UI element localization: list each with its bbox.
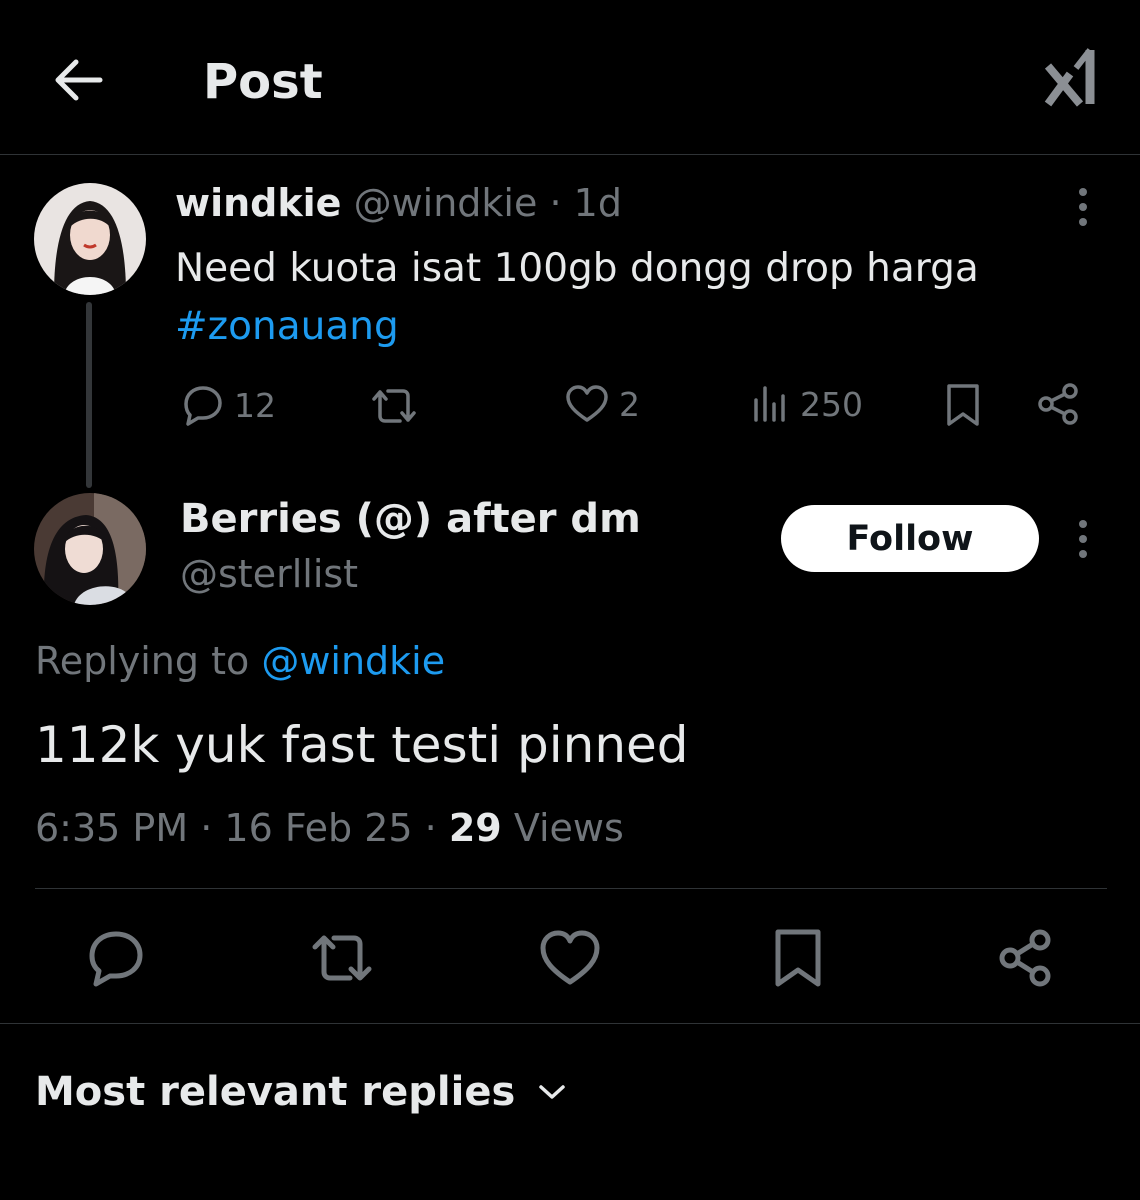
bookmark-action[interactable] [944,382,982,428]
like-button[interactable] [538,926,602,990]
reply-more-button[interactable] [1068,514,1098,564]
replying-to: Replying to @windkie [35,636,445,686]
bookmark-icon [947,384,979,426]
reply-user-handle[interactable]: @sterllist [180,550,358,598]
chevron-down-icon [539,1085,566,1099]
hashtag-link[interactable]: #zonauang [175,298,1055,356]
heart-icon [566,385,608,422]
views-count: 250 [800,384,863,424]
reply-post-text: 112k yuk fast testi pinned [35,716,689,774]
page-title: Post [203,54,323,110]
avatar-windkie[interactable] [34,183,146,295]
view-count[interactable]: 29 [449,806,502,850]
more-vertical-icon [1079,188,1087,226]
divider [35,888,1107,889]
share-button[interactable] [994,926,1058,990]
repost-icon [312,935,372,981]
arrow-left-icon [55,59,103,101]
avatar-sterllist[interactable] [34,493,146,605]
repost-action[interactable] [370,386,418,426]
avatar-image [34,183,146,295]
sort-label: Most relevant replies [35,1069,516,1115]
separator: · [424,806,437,850]
reply-button[interactable] [84,926,148,990]
post-body: Need kuota isat 100gb dongg drop harga [175,246,979,291]
share-icon [1038,383,1078,425]
parent-post-text: Need kuota isat 100gb dongg drop harga #… [175,240,1055,356]
back-button[interactable] [50,52,106,108]
views-action[interactable]: 250 [752,384,863,424]
replies-sort-dropdown[interactable]: Most relevant replies [35,1066,567,1118]
post-age: 1d [573,181,622,225]
reply-bubble-icon [89,931,143,987]
grok-icon [1044,48,1095,107]
user-handle[interactable]: @windkie [354,181,538,225]
like-action[interactable]: 2 [565,384,640,424]
follow-button[interactable]: Follow [781,505,1039,572]
top-bar [0,0,1140,155]
thread-connector [86,302,92,488]
share-action[interactable] [1036,382,1080,426]
repost-button[interactable] [310,926,374,990]
more-vertical-icon [1079,520,1087,558]
reply-count: 12 [234,385,276,425]
views-bar-icon [754,386,785,422]
separator: · [549,181,562,225]
parent-more-button[interactable] [1068,182,1098,232]
parent-post-header: windkie @windkie · 1d [175,180,622,226]
like-count: 2 [619,384,640,424]
grok-button[interactable] [1040,44,1106,110]
repost-icon [372,389,416,423]
replying-handle-link[interactable]: @windkie [261,639,445,683]
post-date[interactable]: 16 Feb 25 [224,806,412,850]
heart-icon [540,930,600,985]
reply-bubble-icon [184,386,222,426]
separator: · [200,806,213,850]
views-label[interactable]: Views [514,806,624,850]
post-metadata: 6:35 PM · 16 Feb 25 · 29 Views [35,802,624,854]
reply-display-name[interactable]: Berries (@) after dm [180,494,641,544]
divider [0,1023,1140,1024]
replying-prefix: Replying to [35,639,250,683]
bookmark-icon [775,929,821,987]
post-time[interactable]: 6:35 PM [35,806,188,850]
display-name[interactable]: windkie [175,181,341,225]
bookmark-button[interactable] [766,926,830,990]
avatar-image [34,493,146,605]
share-icon [999,929,1051,987]
reply-action[interactable]: 12 [178,384,276,426]
